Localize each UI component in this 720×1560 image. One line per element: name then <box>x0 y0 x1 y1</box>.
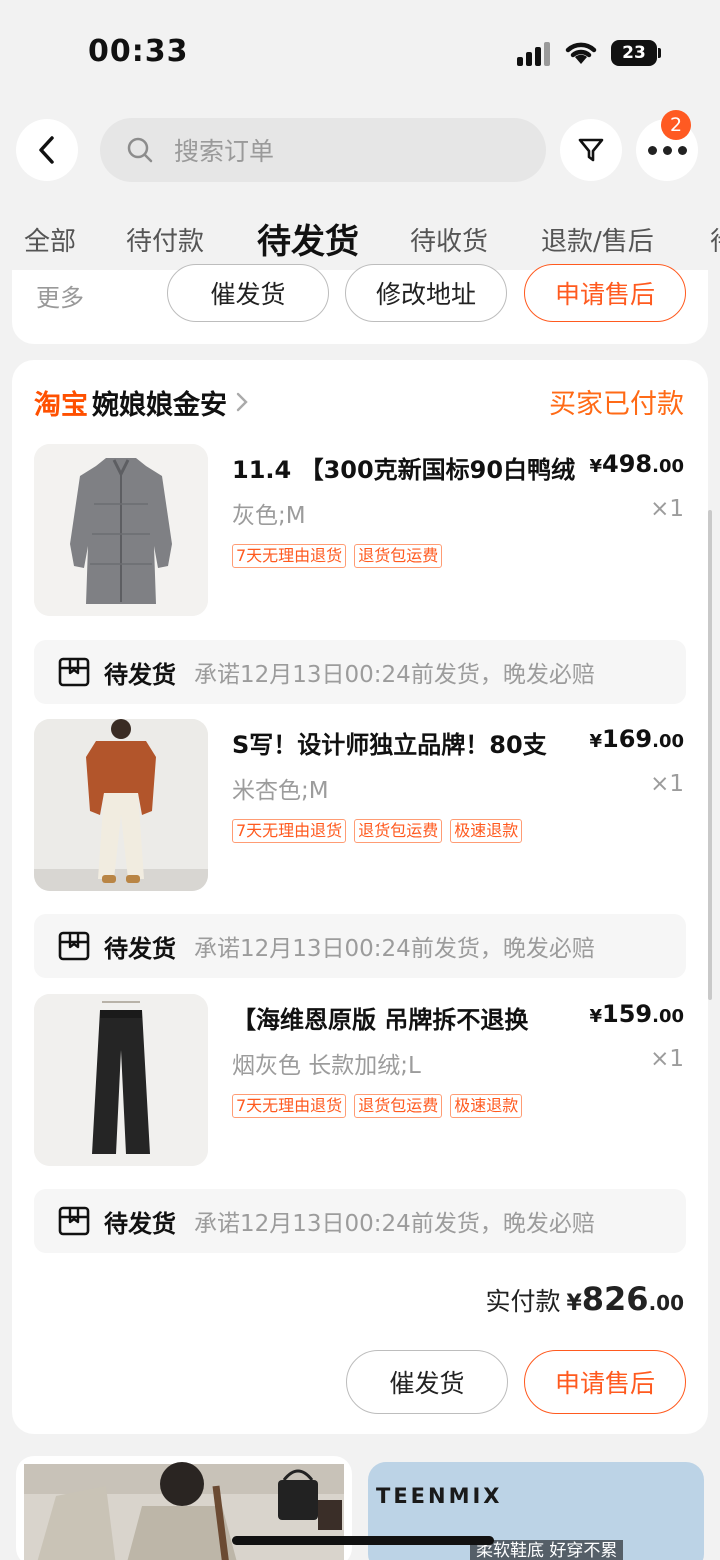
total-currency: ¥ <box>566 1291 582 1316</box>
item-quantity: ×1 <box>650 496 684 522</box>
item-spec: 灰色;M <box>232 503 306 529</box>
item-spec: 烟灰色 长款加绒;L <box>232 1053 421 1079</box>
tag-7day-return: 7天无理由退货 <box>232 1094 347 1118</box>
search-input[interactable]: 搜索订单 <box>100 118 546 182</box>
item-spec: 米杏色;M <box>232 778 329 804</box>
product-image-outfit[interactable] <box>34 719 208 891</box>
tab-all[interactable]: 全部 <box>24 214 76 270</box>
total-decimals: .00 <box>648 1291 684 1315</box>
tag-7day-return: 7天无理由退货 <box>232 819 347 843</box>
item-title: 【海维恩原版 吊牌拆不退换 <box>232 1006 529 1034</box>
item-title: S写！设计师独立品牌！80支 <box>232 731 547 759</box>
tag-free-return-shipping: 退货包运费 <box>354 1094 443 1118</box>
tag-7day-return: 7天无理由退货 <box>232 544 347 568</box>
ship-promise: 承诺12月13日00:24前发货，晚发必赔 <box>194 936 595 962</box>
urge-shipment-button[interactable]: 催发货 <box>167 264 329 322</box>
service-tags: 7天无理由退货 退货包运费 极速退款 <box>232 819 523 843</box>
apply-aftersale-button[interactable]: 申请售后 <box>524 1350 686 1414</box>
item-price: ¥169.00 <box>589 725 684 753</box>
tab-pending-receipt[interactable]: 待收货 <box>410 214 488 270</box>
search-icon <box>127 137 153 163</box>
chevron-left-icon <box>39 136 54 164</box>
tag-fast-refund: 极速退款 <box>450 1094 523 1118</box>
product-image-pants[interactable] <box>34 994 208 1166</box>
tab-pending-payment[interactable]: 待付款 <box>126 214 204 270</box>
home-indicator[interactable] <box>232 1536 494 1545</box>
recommend-card-right[interactable]: TEENMIX 柔软鞋底 好穿不累 <box>368 1462 704 1560</box>
more-link[interactable]: 更多 <box>36 278 84 313</box>
apply-aftersale-button[interactable]: 申请售后 <box>524 264 686 322</box>
item-quantity: ×1 <box>650 771 684 797</box>
item-title: 11.4 【300克新国标90白鸭绒 <box>232 456 576 484</box>
tab-refund-aftersale[interactable]: 退款/售后 <box>541 214 654 270</box>
order-item[interactable]: S写！设计师独立品牌！80支 ¥169.00 米杏色;M ×1 7天无理由退货 … <box>12 719 708 899</box>
ship-promise: 承诺12月13日00:24前发货，晚发必赔 <box>194 1211 595 1237</box>
status-time: 00:33 <box>88 34 189 69</box>
back-button[interactable] <box>16 119 78 181</box>
shipping-status-bar[interactable]: 待发货 承诺12月13日00:24前发货，晚发必赔 <box>34 914 686 978</box>
tag-fast-refund: 极速退款 <box>450 819 523 843</box>
notification-badge: 2 <box>661 110 691 140</box>
shop-header[interactable]: 淘宝 婉娘娘金安 <box>34 382 249 422</box>
shipping-status-bar[interactable]: 待发货 承诺12月13日00:24前发货，晚发必赔 <box>34 1189 686 1253</box>
service-tags: 7天无理由退货 退货包运费 极速退款 <box>232 1094 523 1118</box>
total-label: 实付款 <box>485 1287 561 1316</box>
tag-free-return-shipping: 退货包运费 <box>354 544 443 568</box>
filter-icon <box>578 138 604 162</box>
ship-status: 待发货 <box>104 1209 176 1238</box>
status-bar: 00:33 23 <box>0 0 720 100</box>
tab-pending-shipment[interactable]: 待发货 <box>257 214 359 270</box>
shipping-status-bar[interactable]: 待发货 承诺12月13日00:24前发货，晚发必赔 <box>34 640 686 704</box>
package-icon <box>58 931 90 961</box>
modify-address-button[interactable]: 修改地址 <box>345 264 507 322</box>
service-tags: 7天无理由退货 退货包运费 <box>232 544 443 568</box>
wifi-icon <box>564 38 598 70</box>
recommend-brand: TEENMIX <box>376 1484 503 1508</box>
urge-shipment-button[interactable]: 催发货 <box>346 1350 508 1414</box>
item-price: ¥498.00 <box>589 450 684 478</box>
order-item[interactable]: 【海维恩原版 吊牌拆不退换 ¥159.00 烟灰色 长款加绒;L ×1 7天无理… <box>12 994 708 1174</box>
order-status: 买家已付款 <box>549 389 684 420</box>
order-card: 淘宝 婉娘娘金安 买家已付款 11.4 【300克新国标90白鸭绒 ¥498.0… <box>12 360 708 1434</box>
battery-icon: 23 <box>611 40 657 66</box>
item-quantity: ×1 <box>650 1046 684 1072</box>
taobao-logo: 淘宝 <box>34 389 88 421</box>
shop-name: 婉娘娘金安 <box>92 389 227 421</box>
ship-status: 待发货 <box>104 934 176 963</box>
search-placeholder: 搜索订单 <box>174 137 275 166</box>
battery-cap <box>658 48 661 58</box>
package-icon <box>58 657 90 687</box>
filter-button[interactable] <box>560 119 622 181</box>
more-dots-icon <box>647 145 687 155</box>
total-amount: 826 <box>581 1280 649 1318</box>
ship-status: 待发货 <box>104 660 176 689</box>
order-tabs: 全部 待付款 待发货 待收货 退款/售后 待 <box>0 214 720 270</box>
item-price: ¥159.00 <box>589 1000 684 1028</box>
product-image-coat[interactable] <box>34 444 208 616</box>
tag-free-return-shipping: 退货包运费 <box>354 819 443 843</box>
tab-next-partial[interactable]: 待 <box>710 214 720 270</box>
ship-promise: 承诺12月13日00:24前发货，晚发必赔 <box>194 662 595 688</box>
order-item[interactable]: 11.4 【300克新国标90白鸭绒 ¥498.00 灰色;M ×1 7天无理由… <box>12 444 708 624</box>
previous-order-card: 更多 催发货 修改地址 申请售后 <box>12 264 708 344</box>
scrollbar[interactable] <box>708 510 712 1000</box>
cellular-signal-icon <box>517 42 551 66</box>
order-total: 实付款 ¥ 826 .00 <box>485 1280 684 1318</box>
chevron-right-icon <box>236 392 248 412</box>
package-icon <box>58 1206 90 1236</box>
